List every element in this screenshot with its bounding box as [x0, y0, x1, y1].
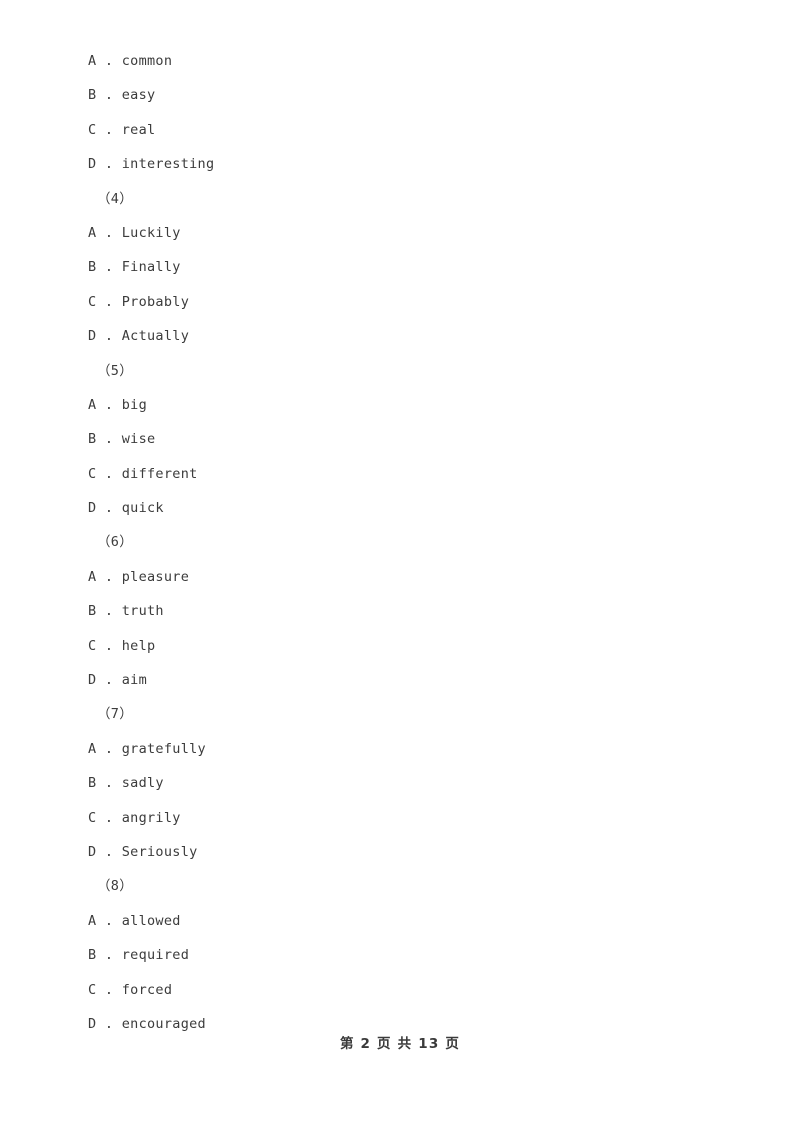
- answer-option: A . big: [88, 396, 147, 413]
- question-number: （6）: [97, 534, 134, 551]
- answer-option: D . Actually: [88, 328, 190, 345]
- answer-option: C . Probably: [88, 293, 190, 310]
- answer-option: D . Seriously: [88, 843, 198, 860]
- question-number: （8）: [97, 878, 134, 895]
- answer-option: B . easy: [88, 87, 156, 104]
- question-number: （5）: [97, 362, 134, 379]
- answer-option: A . gratefully: [88, 740, 206, 757]
- answer-option: C . help: [88, 637, 156, 654]
- answer-option: C . different: [88, 465, 198, 482]
- answer-option: A . pleasure: [88, 568, 190, 585]
- answer-option: C . forced: [88, 981, 173, 998]
- answer-option: B . truth: [88, 603, 164, 620]
- answer-option: C . real: [88, 121, 156, 138]
- answer-option: A . Luckily: [88, 224, 181, 241]
- answer-option: B . wise: [88, 431, 156, 448]
- answer-option: D . quick: [88, 500, 164, 517]
- question-number: （7）: [97, 706, 134, 723]
- answer-option: D . aim: [88, 672, 147, 689]
- answer-option: B . required: [88, 947, 190, 964]
- answer-option: B . sadly: [88, 775, 164, 792]
- answer-option: B . Finally: [88, 259, 181, 276]
- page-footer: 第 2 页 共 13 页: [339, 1036, 461, 1052]
- document-page: A . common B . easy C . real D . interestin…: [0, 0, 800, 1132]
- answer-option: C . angrily: [88, 809, 181, 826]
- answer-option: A . common: [88, 53, 173, 69]
- question-options-list: A . common B . easy C . real D . interestin…: [88, 44, 728, 1041]
- answer-option: A . allowed: [88, 912, 181, 929]
- question-number: （4）: [97, 190, 134, 207]
- answer-option: D . interesting: [88, 156, 215, 173]
